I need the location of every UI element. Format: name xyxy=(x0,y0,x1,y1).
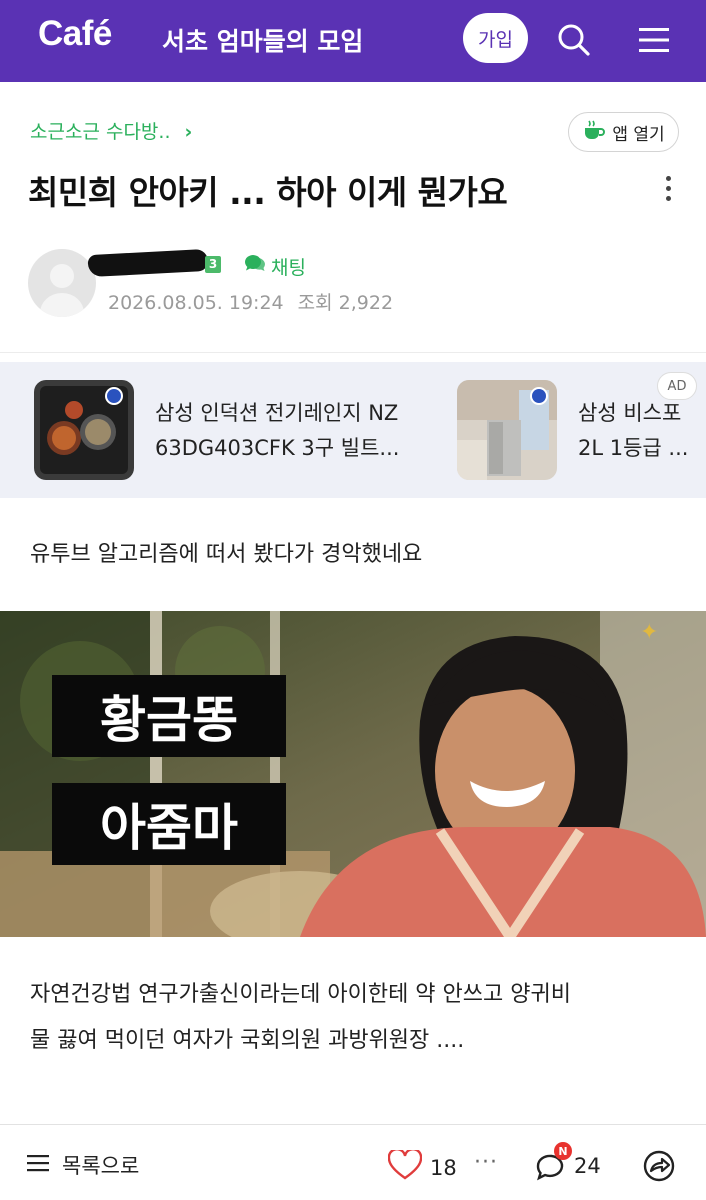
ad-carousel[interactable]: 삼성 인덕션 전기레인지 NZ 63DG403CFK 3구 빌트... 삼성 비… xyxy=(0,362,706,498)
ad-product-image[interactable] xyxy=(457,380,557,480)
post-paragraph-line: 물 끓여 먹이던 여자가 국회의원 과방위원장 .... xyxy=(30,1028,465,1053)
post-paragraph: 자연건강법 연구가출신이라는데 아이한테 약 안쓰고 양귀비 물 끓여 먹이던 … xyxy=(30,972,571,1064)
list-label: 목록으로 xyxy=(62,1154,140,1178)
ad-item-line1: 삼성 인덕션 전기레인지 NZ xyxy=(155,401,399,425)
image-caption: 황금똥 xyxy=(52,675,286,757)
view-count: 조회 2,922 xyxy=(297,292,394,314)
chat-button[interactable]: 채팅 xyxy=(243,253,306,280)
member-level-badge: 3 xyxy=(205,256,221,273)
cafe-logo[interactable]: Café xyxy=(38,14,112,54)
share-icon[interactable] xyxy=(641,1150,677,1186)
like-count: 18 xyxy=(430,1155,457,1180)
avatar[interactable] xyxy=(28,249,96,317)
new-comment-badge: N xyxy=(554,1142,572,1160)
board-link[interactable]: 소근소근 수다방.. › xyxy=(30,117,192,144)
open-app-label: 앱 열기 xyxy=(612,124,665,145)
ad-item-line1: 삼성 비스포 xyxy=(578,401,682,425)
post-title: 최민희 안아키 ... 하아 이게 뭔가요 xyxy=(28,173,508,212)
menu-icon[interactable] xyxy=(634,20,674,60)
ad-item-text[interactable]: 삼성 인덕션 전기레인지 NZ 63DG403CFK 3구 빌트... xyxy=(155,396,399,466)
heart-icon xyxy=(387,1147,423,1185)
chat-icon xyxy=(243,253,267,280)
like-button[interactable]: 18 xyxy=(387,1147,457,1185)
divider xyxy=(0,352,706,353)
divider xyxy=(0,1124,706,1125)
list-icon xyxy=(26,1153,50,1178)
post-meta: 2026.08.05. 19:24 조회 2,922 xyxy=(108,288,393,315)
chevron-right-icon: › xyxy=(184,121,193,143)
top-bar: Café 서초 엄마들의 모임 가입 xyxy=(0,0,706,82)
ad-item-line2: 63DG403CFK 3구 빌트... xyxy=(155,436,400,460)
open-app-button[interactable]: 앱 열기 xyxy=(568,112,679,152)
ad-badge: AD xyxy=(657,372,697,400)
ad-item-line2: 2L 1등급 ... xyxy=(578,436,689,460)
cafe-name[interactable]: 서초 엄마들의 모임 xyxy=(162,22,363,58)
board-name: 소근소근 수다방.. xyxy=(30,121,171,143)
post-paragraph: 유투브 알고리즘에 떠서 봤다가 경악했네요 xyxy=(30,542,423,567)
ad-product-image[interactable] xyxy=(34,380,134,480)
redacted-author-name xyxy=(87,248,209,278)
more-button[interactable]: ··· xyxy=(474,1150,498,1175)
ad-item-text[interactable]: 삼성 비스포 2L 1등급 ... xyxy=(578,396,688,466)
kebab-icon[interactable] xyxy=(656,176,680,206)
image-caption: 아줌마 xyxy=(52,783,286,865)
join-button[interactable]: 가입 xyxy=(463,13,528,63)
comment-button[interactable]: N 24 xyxy=(534,1142,601,1182)
list-button[interactable]: 목록으로 xyxy=(26,1150,139,1180)
post-date: 2026.08.05. 19:24 xyxy=(108,292,284,314)
chat-label: 채팅 xyxy=(271,257,306,279)
comment-icon: N xyxy=(534,1142,572,1182)
cup-icon xyxy=(582,119,606,146)
comment-count: 24 xyxy=(574,1154,601,1178)
post-paragraph-line: 자연건강법 연구가출신이라는데 아이한테 약 안쓰고 양귀비 xyxy=(30,982,571,1007)
post-image[interactable]: ✦ 황금똥 아줌마 xyxy=(0,611,706,937)
search-icon[interactable] xyxy=(554,20,594,60)
svg-text:✦: ✦ xyxy=(640,620,658,645)
